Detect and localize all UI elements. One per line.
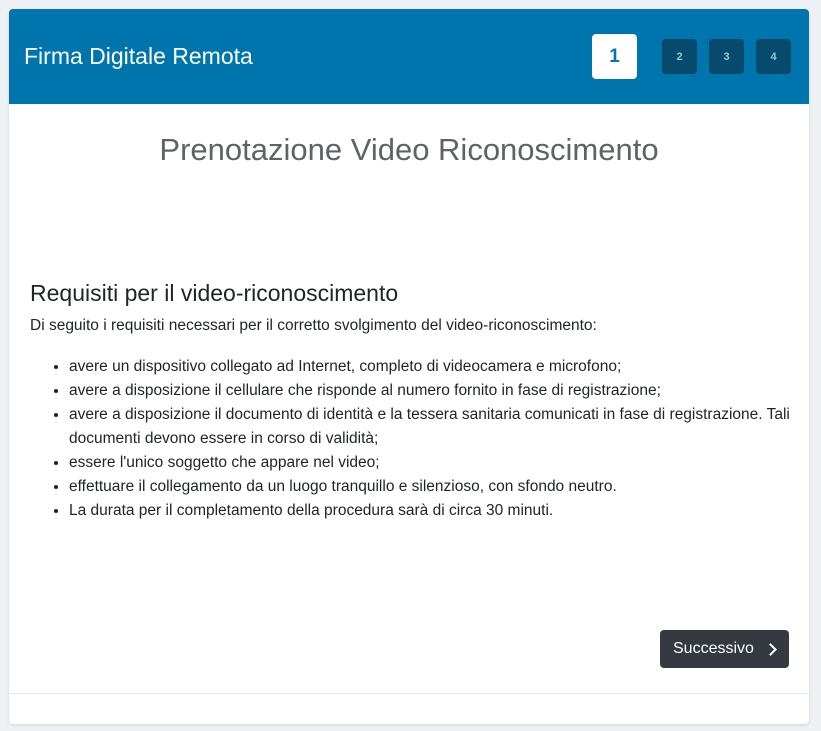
requirement-item: avere a disposizione il cellulare che ri… bbox=[69, 379, 809, 403]
requirement-item: avere un dispositivo collegato ad Intern… bbox=[69, 355, 809, 379]
page-title: Prenotazione Video Riconoscimento bbox=[159, 132, 659, 167]
app-title: Firma Digitale Remota bbox=[24, 43, 253, 69]
section-title: Requisiti per il video-riconoscimento bbox=[30, 280, 399, 306]
chevron-right-icon bbox=[764, 642, 777, 656]
requirement-item: effettuare il collegamento da un luogo t… bbox=[69, 475, 809, 499]
main-card: Firma Digitale Remota 1 2 3 4 Prenotazio… bbox=[9, 9, 809, 724]
next-button[interactable]: Successivo bbox=[660, 630, 789, 668]
step-4[interactable]: 4 bbox=[756, 39, 791, 74]
footer-divider bbox=[9, 693, 809, 694]
step-2[interactable]: 2 bbox=[662, 39, 697, 74]
next-button-label: Successivo bbox=[673, 640, 754, 657]
step-indicator: 1 2 3 4 bbox=[592, 34, 791, 79]
step-3[interactable]: 3 bbox=[709, 39, 744, 74]
requirement-item: essere l'unico soggetto che appare nel v… bbox=[69, 451, 809, 475]
requirement-item: avere a disposizione il documento di ide… bbox=[69, 403, 809, 451]
header-bar: Firma Digitale Remota 1 2 3 4 bbox=[9, 9, 809, 104]
step-1[interactable]: 1 bbox=[592, 34, 637, 79]
requirement-item: La durata per il completamento della pro… bbox=[69, 499, 809, 523]
intro-text: Di seguito i requisiti necessari per il … bbox=[30, 317, 597, 334]
requirements-list: avere un dispositivo collegato ad Intern… bbox=[30, 355, 809, 523]
